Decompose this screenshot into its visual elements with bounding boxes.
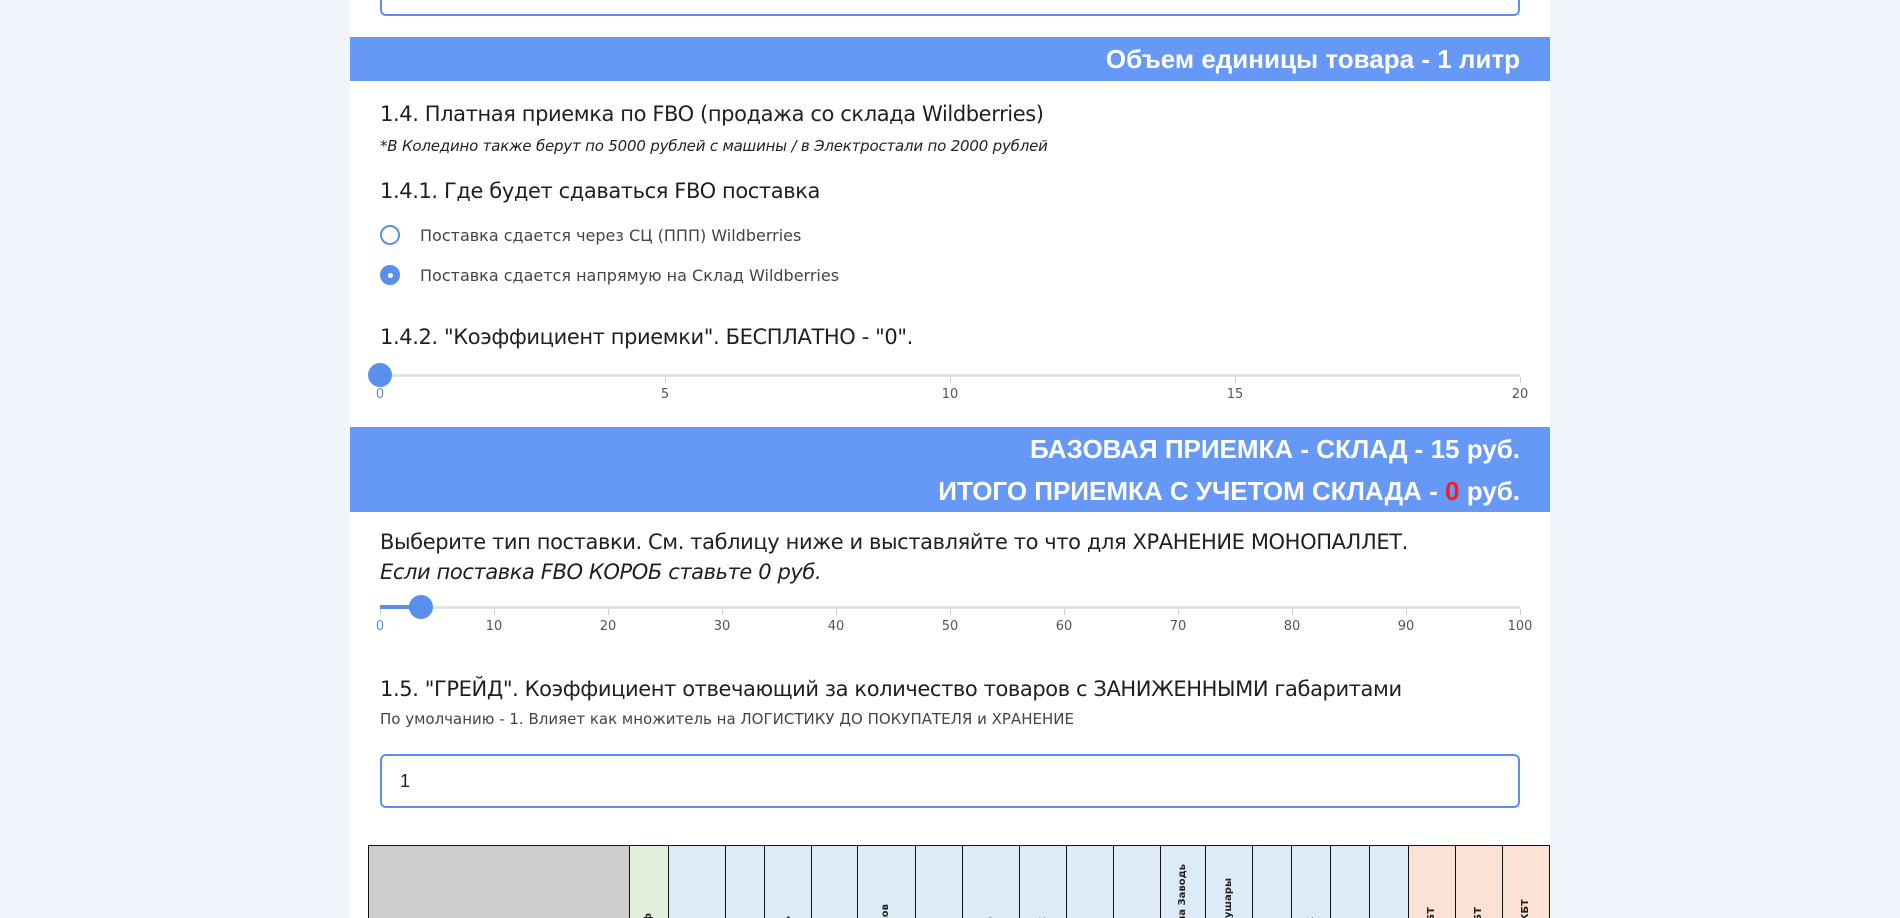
table-column-header: ина Заводь [1160, 845, 1207, 918]
slider-tick-label: 0 [375, 387, 385, 402]
slider-tick [1292, 609, 1293, 615]
column-header-label: КБТ [1426, 907, 1438, 918]
slider-tick [608, 609, 609, 615]
base-reception-text: БАЗОВАЯ ПРИЕМКА - СКЛАД - 15 руб. [1030, 434, 1520, 464]
slider-tick-label: 90 [1397, 619, 1415, 634]
slider-tick-labels: 0 10 20 30 40 50 60 70 80 90 100 [376, 619, 1533, 637]
slider-tick [665, 377, 666, 383]
slider-tick-labels: 0 5 10 15 20 [376, 387, 1528, 405]
slider-tick-label: 10 [941, 387, 959, 402]
grade-input[interactable]: 1 [380, 754, 1520, 808]
slider-tick [1406, 609, 1407, 615]
column-header-label: г КБТ [1519, 898, 1531, 918]
slider-tick-label: 60 [1055, 619, 1073, 634]
slider-tick-label: 40 [827, 619, 845, 634]
section-1-4-1-title: 1.4.1. Где будет сдаваться FBO поставка [380, 179, 820, 203]
column-header-label: Шушары [1223, 877, 1235, 918]
slider-tick-label: 80 [1283, 619, 1301, 634]
section-1-4-2-title: 1.4.2. "Коэффициент приемки". БЕСПЛАТНО … [380, 325, 913, 349]
warehouse-tariff-table: ифольеховавоскоина ЗаводьШушарыргскнКБТК… [368, 845, 1550, 918]
table-column-header: о [1113, 845, 1162, 918]
slider-tick [950, 377, 951, 383]
total-reception-line: ИТОГО ПРИЕМКА С УЧЕТОМ СКЛАДА - 0 руб. [350, 469, 1520, 511]
table-column-header: рг [1252, 845, 1293, 918]
radio-button-checked[interactable] [380, 265, 400, 285]
slider-handle[interactable] [409, 595, 434, 619]
volume-banner: Объем единицы товара - 1 литр [350, 37, 1550, 81]
table-column-header [1066, 845, 1115, 918]
slider-tick-label: 20 [599, 619, 617, 634]
supply-type-title: Выберите тип поставки. См. таблицу ниже … [380, 530, 1408, 554]
table-column-header [368, 845, 630, 918]
column-header-label: иф [643, 913, 655, 918]
table-column-header [1330, 845, 1370, 918]
table-column-header: г КБТ [1501, 845, 1550, 918]
slider-tick-label: 15 [1226, 387, 1244, 402]
calculator-page: Объем единицы товара - 1 литр 1.4. Платн… [350, 0, 1550, 918]
slider-tick-label: 0 [375, 619, 385, 634]
table-column-header: н [1369, 845, 1409, 918]
table-column-header [724, 845, 765, 918]
column-header-label: КБТ [1473, 907, 1485, 918]
slider-handle[interactable] [368, 363, 392, 387]
slider-tick-label: 70 [1169, 619, 1187, 634]
section-1-4-note: *В Коледино также берут по 5000 рублей с… [380, 137, 1048, 155]
slider-tick [1064, 609, 1065, 615]
slider-tick [494, 609, 495, 615]
table-column-header: ехов [856, 845, 917, 918]
slider-tick-label: 100 [1507, 619, 1533, 634]
column-header-label: ехов [880, 903, 892, 918]
slider-tick [1520, 609, 1521, 615]
total-reception-unit: руб. [1459, 476, 1520, 506]
slider-tick-label: 30 [713, 619, 731, 634]
section-1-5-subtitle: По умолчанию - 1. Влияет как множитель н… [380, 710, 1074, 728]
column-header-label: ина Заводь [1177, 864, 1189, 918]
table-column-header: КБТ [1407, 845, 1456, 918]
table-column-header: а [915, 845, 964, 918]
table-column-header: Шушары [1205, 845, 1254, 918]
slider-tick-label: 5 [660, 387, 670, 402]
slider-ticks [380, 609, 1521, 615]
slider-tick [722, 609, 723, 615]
slider-tick [1178, 609, 1179, 615]
table-header-row: ифольеховавоскоина ЗаводьШушарыргскнКБТК… [368, 845, 1550, 918]
table-column-header: ск [1019, 845, 1068, 918]
radio-option-warehouse[interactable]: Поставка сдается напрямую на Склад Wildb… [380, 262, 839, 288]
radio-label: Поставка сдается напрямую на Склад Wildb… [420, 265, 840, 285]
slider-tick [836, 609, 837, 615]
slider-tick-label: 50 [941, 619, 959, 634]
slider-tick [1520, 377, 1521, 383]
slider-tick [950, 609, 951, 615]
section-1-4-title: 1.4. Платная приемка по FBO (продажа со … [380, 102, 1044, 126]
radio-button-unchecked[interactable] [380, 225, 400, 245]
radio-option-sc[interactable]: Поставка сдается через СЦ (ППП) Wildberr… [380, 222, 801, 248]
section-1-5-title: 1.5. "ГРЕЙД". Коэффициент отвечающий за … [380, 677, 1402, 701]
total-reception-value: 0 [1445, 476, 1460, 506]
slider-ticks [380, 377, 1521, 383]
supply-type-subtitle: Если поставка FBO КОРОБ ставьте 0 руб. [380, 560, 822, 584]
table-column-header: ль [763, 845, 812, 918]
previous-input-field[interactable] [380, 0, 1520, 16]
table-column-header [810, 845, 858, 918]
supply-type-slider[interactable]: 0 10 20 30 40 50 60 70 80 90 100 [376, 593, 1533, 639]
acceptance-coefficient-slider[interactable]: 0 5 10 15 20 [368, 361, 1528, 407]
table-column-header: ск [1291, 845, 1332, 918]
slider-tick-label: 20 [1511, 387, 1529, 402]
table-column-header: во [962, 845, 1021, 918]
table-column-header: о [667, 845, 726, 918]
table-column-header: КБТ [1454, 845, 1503, 918]
slider-tick [1235, 377, 1236, 383]
slider-tick [380, 609, 381, 615]
reception-banner: БАЗОВАЯ ПРИЕМКА - СКЛАД - 15 руб. ИТОГО … [350, 427, 1550, 512]
total-reception-label: ИТОГО ПРИЕМКА С УЧЕТОМ СКЛАДА - [938, 476, 1446, 506]
volume-banner-text: Объем единицы товара - 1 литр [1105, 44, 1520, 74]
slider-tick-label: 10 [485, 619, 503, 634]
radio-label: Поставка сдается через СЦ (ППП) Wildberr… [420, 225, 802, 245]
table-column-header: иф [628, 845, 669, 918]
